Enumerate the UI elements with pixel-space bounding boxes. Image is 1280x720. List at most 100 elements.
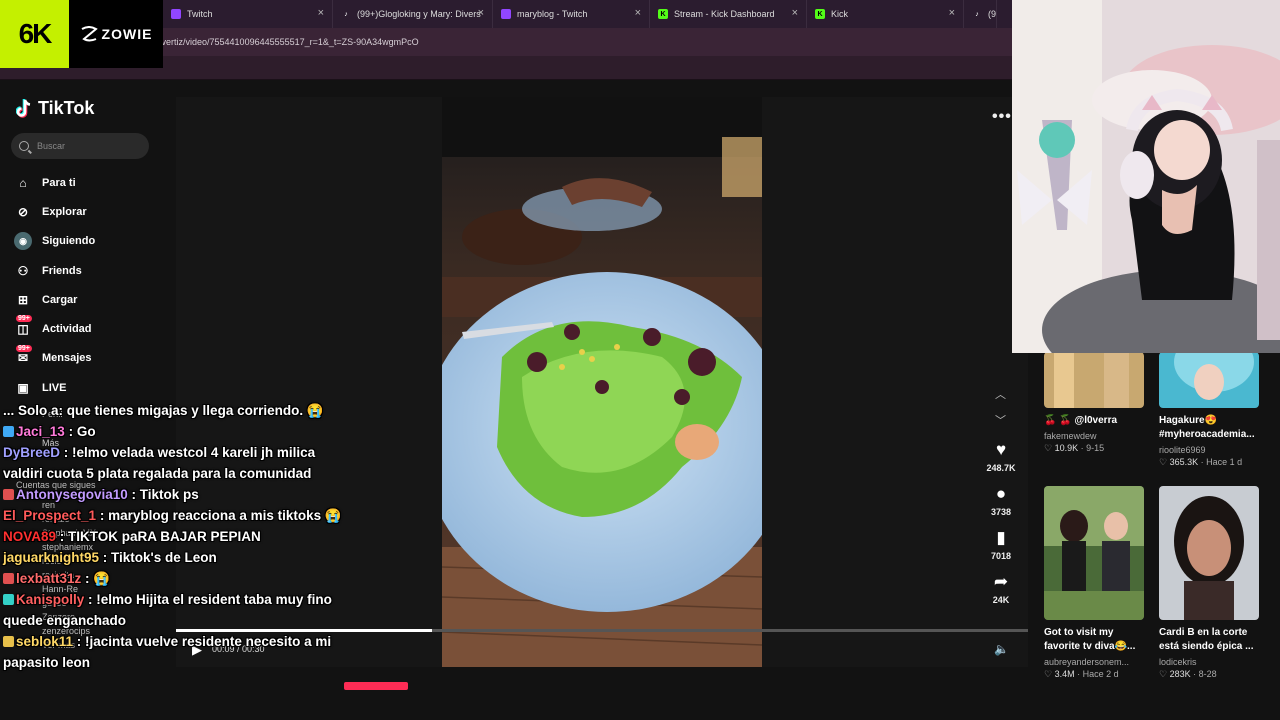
- share-icon: ➦: [993, 572, 1009, 591]
- activity-icon: ◫: [17, 322, 29, 337]
- tab-title: (99: [988, 9, 997, 19]
- comment-button[interactable]: ● 3738: [982, 484, 1020, 528]
- chat-badge-icon: [3, 489, 14, 500]
- heart-icon: ♥: [995, 440, 1007, 459]
- thumbnail-image: [1044, 486, 1144, 620]
- video-caption[interactable]: Hagakure😍 #myheroacademia...: [1159, 414, 1259, 442]
- chat-colon: :: [64, 424, 77, 439]
- video-stats: ♡ 365.3K · Hace 1 d: [1159, 457, 1269, 468]
- sponsor-6k-logo: 6K: [0, 0, 69, 68]
- video-thumbnail[interactable]: [1159, 352, 1259, 408]
- live-icon: ▣: [17, 380, 29, 395]
- chat-message: seblok11 : !jacinta vuelve residente nec…: [3, 631, 348, 673]
- like-button[interactable]: ♥ 248.7K: [982, 440, 1020, 484]
- search-icon: [19, 141, 29, 151]
- thumbnail-image: [1159, 486, 1259, 620]
- compass-icon: ⊘: [17, 204, 29, 219]
- webcam-overlay: [1012, 0, 1280, 353]
- volume-button[interactable]: 🔈: [994, 642, 1009, 656]
- sidebar-item-label: Mensajes: [42, 352, 92, 365]
- save-button[interactable]: ▮ 7018: [982, 528, 1020, 572]
- more-options-button[interactable]: •••: [992, 108, 1012, 126]
- video-author[interactable]: fakemewdew: [1044, 431, 1154, 441]
- share-button[interactable]: ➦ 24K: [982, 572, 1020, 616]
- tab-title: Stream - Kick Dashboard: [674, 9, 775, 19]
- chat-text: ... Solo a: que tienes migajas y llega c…: [3, 403, 324, 418]
- feed-video-card[interactable]: Cardi B en la corte está siendo épica ..…: [1159, 486, 1269, 680]
- feed-video-card[interactable]: Hagakure😍 #myheroacademia... rioolite6969…: [1159, 352, 1269, 468]
- sidebar-item-mensajes[interactable]: ✉ 99+ Mensajes: [14, 344, 164, 373]
- feed-video-card[interactable]: Got to visit my favorite tv diva😂... aubr…: [1044, 486, 1154, 680]
- tab-favicon-icon: [171, 9, 181, 19]
- chat-message: Kanispolly : !elmo Hijita el resident ta…: [3, 589, 348, 631]
- close-tab-icon[interactable]: ×: [478, 8, 484, 19]
- close-tab-icon[interactable]: ×: [635, 8, 641, 19]
- comment-icon: ●: [995, 484, 1007, 503]
- tab-title: maryblog - Twitch: [517, 9, 588, 19]
- browser-tab[interactable]: ♪ (99: [964, 0, 997, 28]
- chat-message: ... Solo a: que tienes migajas y llega c…: [3, 400, 348, 421]
- stream-chat-overlay: ... Solo a: que tienes migajas y llega c…: [3, 400, 348, 673]
- previous-video-button[interactable]: ︿: [995, 386, 1006, 402]
- browser-tab[interactable]: Twitch ×: [163, 0, 333, 28]
- video-stats: ♡ 10.9K · 9-15: [1044, 443, 1154, 454]
- video-caption[interactable]: Got to visit my favorite tv diva😂...: [1044, 626, 1144, 654]
- sidebar-item-para-ti[interactable]: ⌂ Para ti: [14, 168, 164, 197]
- tab-title: (99+)Glogloking y Mary: Divers: [357, 9, 481, 19]
- sidebar-item-label: Friends: [42, 264, 82, 277]
- separator: ·: [1078, 443, 1087, 453]
- browser-tab[interactable]: K Stream - Kick Dashboard ×: [650, 0, 807, 28]
- tab-favicon-icon: ♪: [344, 10, 348, 18]
- separator: ·: [1190, 669, 1199, 679]
- sidebar-item-actividad[interactable]: ◫ 99+ Actividad: [14, 314, 164, 343]
- chat-text: Go: [76, 424, 96, 439]
- sidebar-item-label: Cargar: [42, 293, 78, 306]
- video-actions: ♥ 248.7K ● 3738 ▮ 7018 ➦ 24K: [982, 440, 1020, 616]
- video-caption[interactable]: 🍒 🍒 @l0verra: [1044, 414, 1154, 428]
- sidebar-item-friends[interactable]: ⚇ Friends: [14, 256, 164, 285]
- sidebar-item-cargar[interactable]: ⊞ Cargar: [14, 285, 164, 314]
- sidebar-item-label: LIVE: [42, 381, 67, 394]
- next-video-button[interactable]: ﹀: [995, 412, 1006, 428]
- notification-badge: 99+: [16, 344, 32, 352]
- browser-tab[interactable]: K Kick ×: [807, 0, 964, 28]
- upload-icon: ⊞: [17, 292, 29, 307]
- video-caption[interactable]: Cardi B en la corte está siendo épica ..…: [1159, 626, 1259, 654]
- webcam-image-streamer: [1012, 0, 1280, 353]
- sidebar-item-explorar[interactable]: ⊘ Explorar: [14, 197, 164, 226]
- chat-username: NOVA89: [3, 529, 57, 544]
- chat-message: NOVA89 : TIKTOK paRA BAJAR PEPIAN: [3, 526, 348, 547]
- chat-text: Tiktok's de Leon: [111, 550, 217, 565]
- tiktok-logo[interactable]: TikTok: [16, 98, 94, 119]
- video-player[interactable]: [442, 97, 762, 667]
- live-indicator: [344, 682, 408, 690]
- browser-tab[interactable]: ♪ (99+)Glogloking y Mary: Divers ×: [333, 0, 493, 28]
- close-tab-icon[interactable]: ×: [318, 8, 324, 19]
- close-tab-icon[interactable]: ×: [792, 8, 798, 19]
- sidebar-item-siguiendo[interactable]: ◉ Siguiendo: [14, 227, 164, 256]
- url-text[interactable]: nativertiz/video/7554410096445555517_r=1…: [147, 37, 419, 47]
- tab-favicon-icon: K: [658, 9, 668, 19]
- video-thumbnail[interactable]: [1159, 486, 1259, 620]
- video-thumbnail[interactable]: [1044, 486, 1144, 620]
- browser-tab[interactable]: maryblog - Twitch ×: [493, 0, 650, 28]
- heart-icon: ♡: [1159, 669, 1170, 679]
- chat-colon: :: [84, 592, 97, 607]
- sidebar-item-live[interactable]: ▣ LIVE: [14, 373, 164, 402]
- video-author[interactable]: rioolite6969: [1159, 445, 1269, 455]
- video-author[interactable]: lodicekris: [1159, 657, 1269, 667]
- tab-favicon-icon: ♪: [975, 10, 979, 18]
- video-author[interactable]: aubreyandersonem...: [1044, 657, 1154, 667]
- chat-colon: :: [56, 529, 69, 544]
- chat-badge-icon: [3, 636, 14, 647]
- following-avatar-icon: ◉: [14, 232, 32, 251]
- share-count: 24K: [992, 595, 1010, 605]
- chat-username: jaguarknight95: [3, 550, 100, 565]
- close-tab-icon[interactable]: ×: [949, 8, 955, 19]
- sidebar-item-label: Siguiendo: [42, 235, 96, 248]
- chat-text: Tiktok ps: [139, 487, 199, 502]
- feed-video-card[interactable]: 🍒 🍒 @l0verra fakemewdew ♡ 10.9K · 9-15: [1044, 352, 1154, 454]
- chat-username: Kanispolly: [16, 592, 85, 607]
- search-input[interactable]: Buscar: [11, 133, 149, 159]
- video-thumbnail[interactable]: [1044, 352, 1144, 408]
